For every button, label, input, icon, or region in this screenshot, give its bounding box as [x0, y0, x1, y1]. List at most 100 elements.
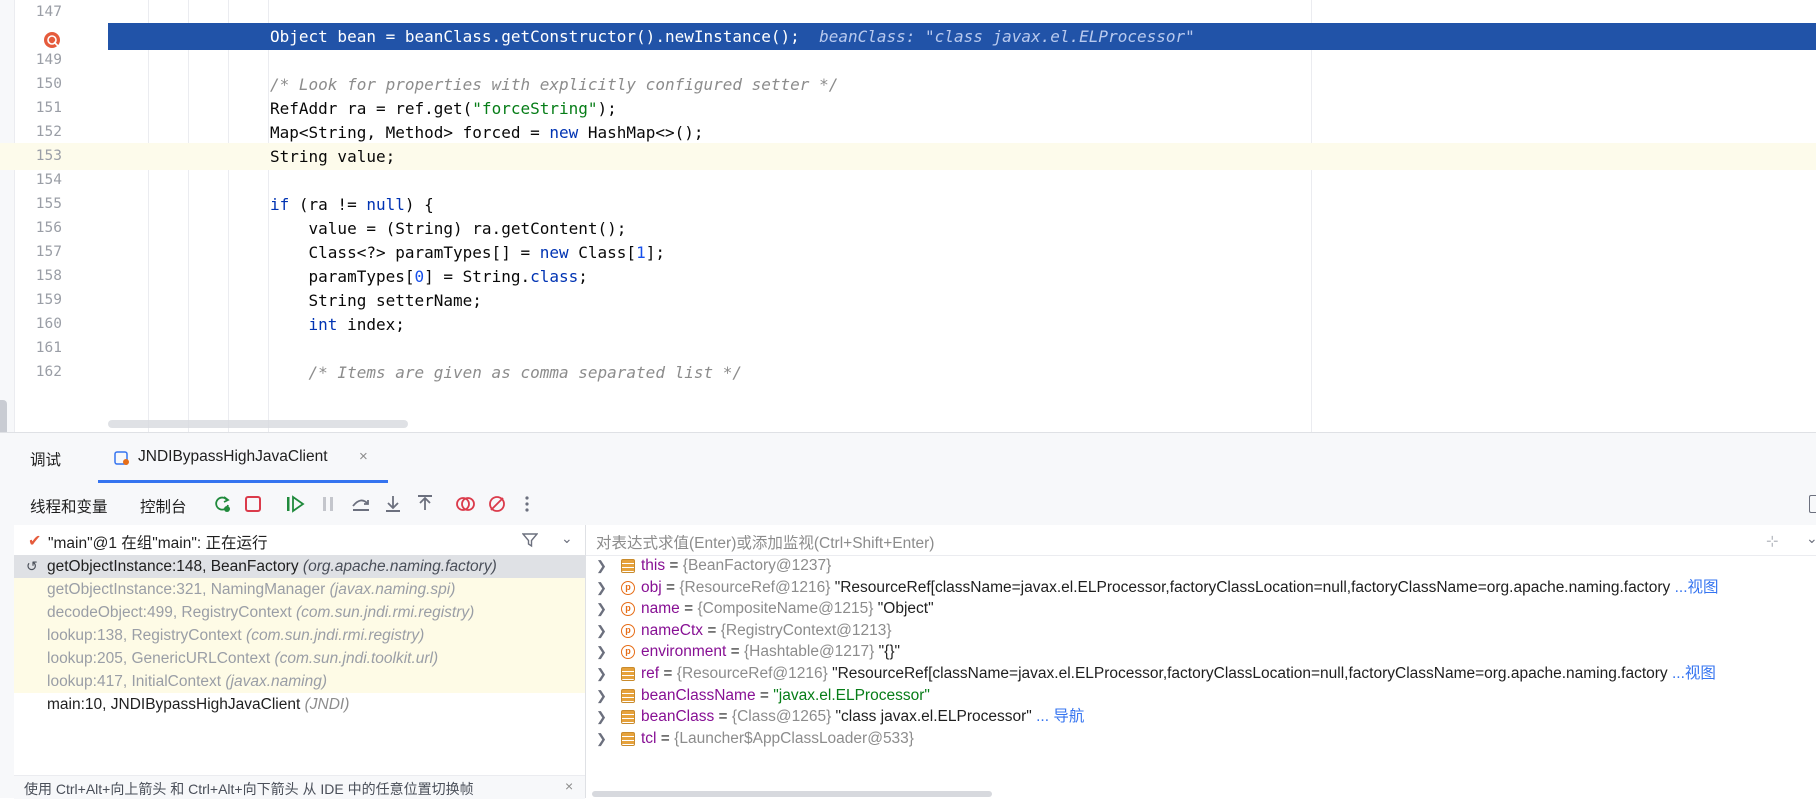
code-line[interactable]: 149 — [0, 47, 1816, 74]
variable-link[interactable]: ... 导航 — [1032, 708, 1084, 725]
variable-ref: {CompositeName@1215} — [697, 600, 874, 618]
stack-frame[interactable]: lookup:205, GenericURLContext (com.sun.j… — [14, 647, 585, 670]
variable-row[interactable]: ❯ this = {BeanFactory@1237} — [586, 555, 1816, 577]
close-icon[interactable]: × — [565, 778, 573, 794]
debug-tabbar: 调试 JNDIBypassHighJavaClient × — [14, 433, 1816, 483]
variable-ref: {ResourceRef@1216} — [679, 578, 831, 596]
line-number[interactable]: 156 — [14, 215, 62, 242]
editor-horizontal-scrollbar[interactable] — [108, 420, 408, 428]
line-number[interactable]: 162 — [14, 359, 62, 386]
tab-debug-session[interactable]: JNDIBypassHighJavaClient × — [98, 433, 388, 483]
more-options-icon[interactable] — [517, 494, 537, 514]
stack-frame[interactable]: lookup:138, RegistryContext (com.sun.jnd… — [14, 624, 585, 647]
code-line[interactable]: 151 RefAddr ra = ref.get("forceString"); — [0, 95, 1816, 122]
code-line[interactable]: 156 value = (String) ra.getContent(); — [0, 215, 1816, 242]
chevron-right-icon[interactable]: ❯ — [596, 663, 607, 685]
code-text: Object bean = beanClass.getConstructor()… — [270, 23, 1195, 50]
stack-frame[interactable]: lookup:417, InitialContext (javax.naming… — [14, 670, 585, 693]
filter-icon[interactable] — [522, 532, 538, 548]
chevron-right-icon[interactable]: ❯ — [596, 577, 607, 599]
line-number[interactable]: 153 — [14, 143, 62, 170]
variable-row[interactable]: ❯ p nameCtx = {RegistryContext@1213} — [586, 620, 1816, 642]
stack-frame[interactable]: main:10, JNDIBypassHighJavaClient (JNDI) — [14, 693, 585, 716]
variable-link[interactable]: ...视图 — [1670, 579, 1719, 596]
code-line[interactable]: 161 — [0, 335, 1816, 362]
chevron-right-icon[interactable]: ❯ — [596, 728, 607, 750]
add-watch-icon[interactable]: ⊹ — [1766, 532, 1779, 550]
tab-console[interactable]: 控制台 — [140, 495, 187, 517]
stop-icon[interactable] — [243, 494, 263, 514]
current-frame-icon: ↺ — [26, 558, 38, 574]
layout-icon[interactable] — [1809, 495, 1816, 513]
code-text: value = (String) ra.getContent(); — [270, 215, 627, 242]
code-line[interactable]: 155 if (ra != null) { — [0, 191, 1816, 218]
variables-horizontal-scrollbar[interactable] — [592, 791, 992, 797]
line-number[interactable]: 159 — [14, 287, 62, 314]
evaluate-placeholder[interactable]: 对表达式求值(Enter)或添加监视(Ctrl+Shift+Enter) — [596, 531, 934, 553]
thread-selector[interactable]: ✔ "main"@1 在组"main": 正在运行 ⌄ — [14, 525, 585, 556]
code-line[interactable]: 158 paramTypes[0] = String.class; — [0, 263, 1816, 290]
code-token: ; — [578, 267, 588, 286]
code-line[interactable]: 154 — [0, 167, 1816, 194]
frame-method: lookup:205, GenericURLContext — [47, 650, 275, 667]
close-icon[interactable]: × — [359, 448, 368, 465]
stack-frame[interactable]: getObjectInstance:321, NamingManager (ja… — [14, 578, 585, 601]
chevron-right-icon[interactable]: ❯ — [596, 598, 607, 620]
variable-row[interactable]: ❯ ref = {ResourceRef@1216} "ResourceRef[c… — [586, 663, 1816, 685]
variable-row[interactable]: ❯ beanClassName = "javax.el.ELProcessor" — [586, 685, 1816, 707]
code-line[interactable]: 157 Class<?> paramTypes[] = new Class[1]… — [0, 239, 1816, 266]
stack-frame[interactable]: decodeObject:499, RegistryContext (com.s… — [14, 601, 585, 624]
chevron-down-icon[interactable]: ⌄ — [1806, 530, 1816, 547]
variable-value: "Object" — [873, 600, 934, 618]
code-line[interactable]: 162 /* Items are given as comma separate… — [0, 359, 1816, 386]
chevron-down-icon[interactable]: ⌄ — [561, 530, 573, 547]
chevron-right-icon[interactable]: ❯ — [596, 685, 607, 707]
variable-ref: {BeanFactory@1237} — [682, 557, 832, 574]
variable-text: ref = {ResourceRef@1216} "ResourceRef[cl… — [641, 665, 1716, 682]
resume-icon[interactable] — [285, 494, 305, 514]
code-text: paramTypes[0] = String.class; — [270, 263, 588, 290]
parameter-icon: p — [621, 645, 635, 660]
line-number[interactable]: 161 — [14, 335, 62, 362]
variable-row[interactable]: ❯ tcl = {Launcher$AppClassLoader@533} — [586, 728, 1816, 750]
line-number[interactable]: 160 — [14, 311, 62, 338]
line-number[interactable]: 150 — [14, 71, 62, 98]
code-line[interactable]: 148Object bean = beanClass.getConstructo… — [108, 23, 1816, 50]
line-number[interactable]: 154 — [14, 167, 62, 194]
variable-link[interactable]: ...视图 — [1668, 665, 1716, 682]
line-number[interactable]: 157 — [14, 239, 62, 266]
step-over-icon[interactable] — [351, 494, 371, 514]
code-line[interactable]: 153 String value; — [0, 143, 1816, 170]
breakpoint-icon[interactable] — [43, 31, 61, 49]
variable-row[interactable]: ❯ p environment = {Hashtable@1217} "{}" — [586, 641, 1816, 663]
step-out-icon[interactable] — [415, 494, 435, 514]
code-line[interactable]: 152 Map<String, Method> forced = new Hash… — [0, 119, 1816, 146]
tab-threads-variables[interactable]: 线程和变量 — [30, 495, 108, 517]
chevron-right-icon[interactable]: ❯ — [596, 641, 607, 663]
stack-frame[interactable]: ↺ getObjectInstance:148, BeanFactory (org… — [14, 555, 585, 578]
line-number[interactable]: 147 — [14, 0, 62, 26]
code-text: RefAddr ra = ref.get("forceString"); — [270, 95, 617, 122]
variable-row[interactable]: ❯ p name = {CompositeName@1215} "Object" — [586, 598, 1816, 620]
evaluate-expression-field[interactable]: 对表达式求值(Enter)或添加监视(Ctrl+Shift+Enter) ⊹ ⌄ — [586, 525, 1816, 556]
chevron-right-icon[interactable]: ❯ — [596, 706, 607, 728]
code-line[interactable]: 160 int index; — [0, 311, 1816, 338]
line-number[interactable]: 155 — [14, 191, 62, 218]
code-line[interactable]: 159 String setterName; — [0, 287, 1816, 314]
line-number[interactable]: 151 — [14, 95, 62, 122]
chevron-right-icon[interactable]: ❯ — [596, 620, 607, 642]
line-number[interactable]: 149 — [14, 47, 62, 74]
code-line[interactable]: 150 /* Look for properties with explicitl… — [0, 71, 1816, 98]
variable-row[interactable]: ❯ p obj = {ResourceRef@1216} "ResourceRef[… — [586, 577, 1816, 599]
step-into-icon[interactable] — [383, 494, 403, 514]
view-breakpoints-icon[interactable] — [455, 494, 475, 514]
pause-icon[interactable] — [318, 494, 338, 514]
rerun-icon[interactable] — [212, 494, 232, 514]
code-editor[interactable]: 147 148Object bean = beanClass.getConstru… — [0, 0, 1816, 432]
mute-breakpoints-icon[interactable] — [487, 494, 507, 514]
line-number[interactable]: 158 — [14, 263, 62, 290]
line-number[interactable]: 152 — [14, 119, 62, 146]
chevron-right-icon[interactable]: ❯ — [596, 555, 607, 577]
variable-row[interactable]: ❯ beanClass = {Class@1265} "class javax.e… — [586, 706, 1816, 728]
debug-tool-title[interactable]: 调试 — [30, 448, 61, 470]
